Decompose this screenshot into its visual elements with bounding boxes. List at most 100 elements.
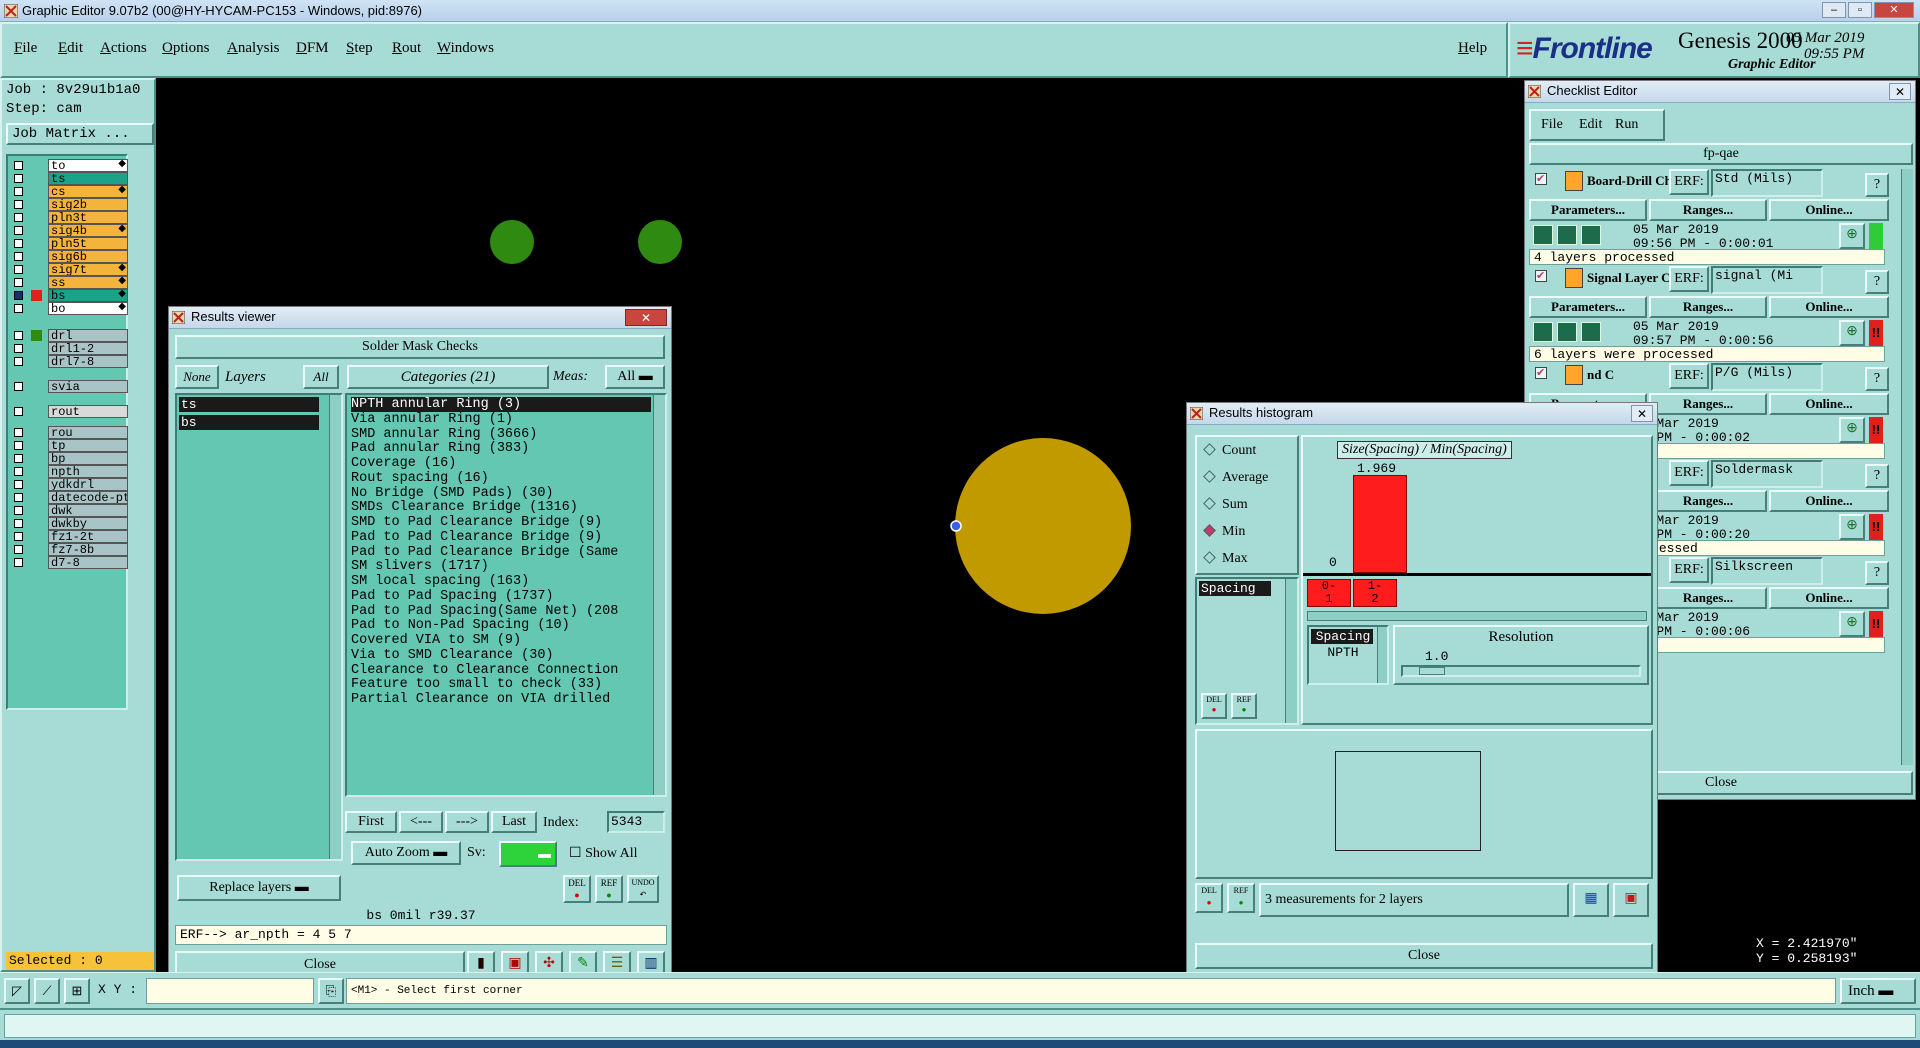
layer-name[interactable]: d7-8 xyxy=(48,556,128,569)
layer-color-swatch[interactable] xyxy=(31,406,42,417)
layer-checkbox[interactable] xyxy=(14,454,23,463)
item-checkbox[interactable]: ✔ xyxy=(1535,367,1547,379)
layer-name[interactable]: drl7-8 xyxy=(48,355,128,368)
menu-edit[interactable]: Edit xyxy=(58,40,83,57)
layer-color-swatch[interactable] xyxy=(31,440,42,451)
type-item-spacing[interactable]: Spacing xyxy=(1311,629,1373,644)
layer-name[interactable]: rout xyxy=(48,405,128,418)
ranges-button[interactable]: Ranges... xyxy=(1649,587,1767,609)
layer-color-swatch[interactable] xyxy=(31,343,42,354)
layer-checkbox[interactable] xyxy=(14,226,23,235)
measure-list[interactable]: Spacing DEL ● REF ● xyxy=(1195,577,1299,725)
layer-checkbox[interactable] xyxy=(14,304,23,313)
item-checkbox[interactable]: ✔ xyxy=(1535,173,1547,185)
layer-color-swatch[interactable] xyxy=(31,356,42,367)
del-button[interactable]: DEL ● xyxy=(1201,693,1227,719)
ranges-button[interactable]: Ranges... xyxy=(1649,393,1767,415)
category-item[interactable]: Partial Clearance on VIA drilled xyxy=(351,692,610,707)
layer-color-swatch[interactable] xyxy=(31,518,42,529)
undo-button[interactable]: UNDO ↶ xyxy=(627,875,659,903)
menu-file[interactable]: File xyxy=(1541,117,1563,133)
layer-checkbox[interactable] xyxy=(14,331,23,340)
item-name[interactable]: nd C xyxy=(1587,367,1679,383)
xy-input[interactable] xyxy=(146,978,314,1004)
layer-color-swatch[interactable] xyxy=(31,277,42,288)
close-icon[interactable]: ✕ xyxy=(625,309,667,326)
category-item[interactable]: SMDs Clearance Bridge (1316) xyxy=(351,500,578,515)
layer-color-swatch[interactable] xyxy=(31,505,42,516)
erf-field[interactable]: P/G (Mils) xyxy=(1711,363,1823,391)
layer-color-swatch[interactable] xyxy=(31,225,42,236)
layer-checkbox[interactable] xyxy=(14,344,23,353)
menu-windows[interactable]: Windows xyxy=(437,40,494,57)
layers-scrollbar[interactable] xyxy=(329,395,341,859)
layer-row-bo[interactable]: bo ◆ xyxy=(10,301,128,316)
category-item[interactable]: Pad to Pad Spacing(Same Net) (208 xyxy=(351,604,618,619)
category-item[interactable]: SMD to Pad Clearance Bridge (9) xyxy=(351,515,602,530)
layer-row-drl7-8[interactable]: drl7-8 xyxy=(10,354,128,369)
job-matrix-button[interactable]: Job Matrix ... xyxy=(6,123,154,145)
index-field[interactable]: 5343 xyxy=(607,811,665,833)
category-item[interactable]: SMD annular Ring (3666) xyxy=(351,427,537,442)
layer-item-ts[interactable]: ts xyxy=(179,397,319,412)
resolution-slider[interactable] xyxy=(1401,665,1641,677)
category-item[interactable]: Pad to Pad Spacing (1737) xyxy=(351,589,554,604)
erf-field[interactable]: Std (Mils) xyxy=(1711,169,1823,197)
layer-color-swatch[interactable] xyxy=(31,160,42,171)
menu-rout[interactable]: Rout xyxy=(392,40,421,57)
meas-select[interactable]: All ▬ xyxy=(605,365,665,389)
zoom-icon[interactable]: ⊕ xyxy=(1839,417,1865,443)
checklist-scrollbar[interactable] xyxy=(1901,169,1913,765)
type-item-npth[interactable]: NPTH xyxy=(1311,645,1373,660)
layer-checkbox[interactable] xyxy=(14,382,23,391)
layer-checkbox[interactable] xyxy=(14,493,23,502)
next-button[interactable]: ---> xyxy=(445,811,489,833)
bin-0-1[interactable]: 0- 1 xyxy=(1307,579,1351,607)
layer-checkbox[interactable] xyxy=(14,278,23,287)
layer-row-d7-8[interactable]: d7-8 xyxy=(10,555,128,570)
import-icon[interactable]: ▣ xyxy=(1613,883,1649,917)
layer-checkbox[interactable] xyxy=(14,291,23,300)
histogram-close-button[interactable]: Close xyxy=(1195,943,1653,969)
category-item[interactable]: Clearance to Clearance Connection xyxy=(351,663,618,678)
category-item[interactable]: No Bridge (SMD Pads) (30) xyxy=(351,486,554,501)
layer-checkbox[interactable] xyxy=(14,252,23,261)
ranges-button[interactable]: Ranges... xyxy=(1649,490,1767,512)
layer-color-swatch[interactable] xyxy=(31,251,42,262)
categories-scrollbar[interactable] xyxy=(653,395,665,795)
layer-color-swatch[interactable] xyxy=(31,453,42,464)
measure-tool-icon[interactable]: ⟋ xyxy=(34,978,60,1004)
item-checkbox[interactable]: ✔ xyxy=(1535,270,1547,282)
category-item[interactable]: Via to SMD Clearance (30) xyxy=(351,648,554,663)
category-item[interactable]: SM slivers (1717) xyxy=(351,559,489,574)
help-icon[interactable]: ? xyxy=(1865,561,1889,585)
layer-checkbox[interactable] xyxy=(14,213,23,222)
layer-color-swatch[interactable] xyxy=(31,264,42,275)
ref-button[interactable]: REF ● xyxy=(1231,693,1257,719)
layer-checkbox[interactable] xyxy=(14,441,23,450)
categories-list[interactable]: NPTH annular Ring (3) Via annular Ring (1… xyxy=(345,393,667,797)
type-list[interactable]: Spacing NPTH xyxy=(1307,625,1389,685)
menu-dfm[interactable]: DFM xyxy=(296,40,329,57)
layer-color-swatch[interactable] xyxy=(31,173,42,184)
measure-item-spacing[interactable]: Spacing xyxy=(1199,581,1271,596)
erf-field[interactable]: Soldermask xyxy=(1711,460,1823,488)
run-icon[interactable] xyxy=(1557,225,1577,245)
layer-checkbox[interactable] xyxy=(14,357,23,366)
layer-color-swatch[interactable] xyxy=(31,381,42,392)
menu-analysis[interactable]: Analysis xyxy=(227,40,280,57)
layer-checkbox[interactable] xyxy=(14,480,23,489)
layer-color-swatch[interactable] xyxy=(31,212,42,223)
category-item[interactable]: NPTH annular Ring (3) xyxy=(351,397,651,412)
layer-row-rout[interactable]: rout xyxy=(10,404,128,419)
category-item[interactable]: Coverage (16) xyxy=(351,456,456,471)
layer-color-swatch[interactable] xyxy=(31,466,42,477)
category-item[interactable]: Covered VIA to SM (9) xyxy=(351,633,521,648)
online-button[interactable]: Online... xyxy=(1769,587,1889,609)
layer-color-swatch[interactable] xyxy=(31,427,42,438)
run-icon[interactable] xyxy=(1581,322,1601,342)
help-icon[interactable]: ? xyxy=(1865,270,1889,294)
layer-list[interactable]: to ◆ ts cs ◆ sig2b pln3t sig4b ◆ pln5t sig6b sig7t ◆… xyxy=(6,154,128,710)
menu-help[interactable]: Help xyxy=(1458,40,1487,57)
grid-tool-icon[interactable]: ⊞ xyxy=(64,978,90,1004)
